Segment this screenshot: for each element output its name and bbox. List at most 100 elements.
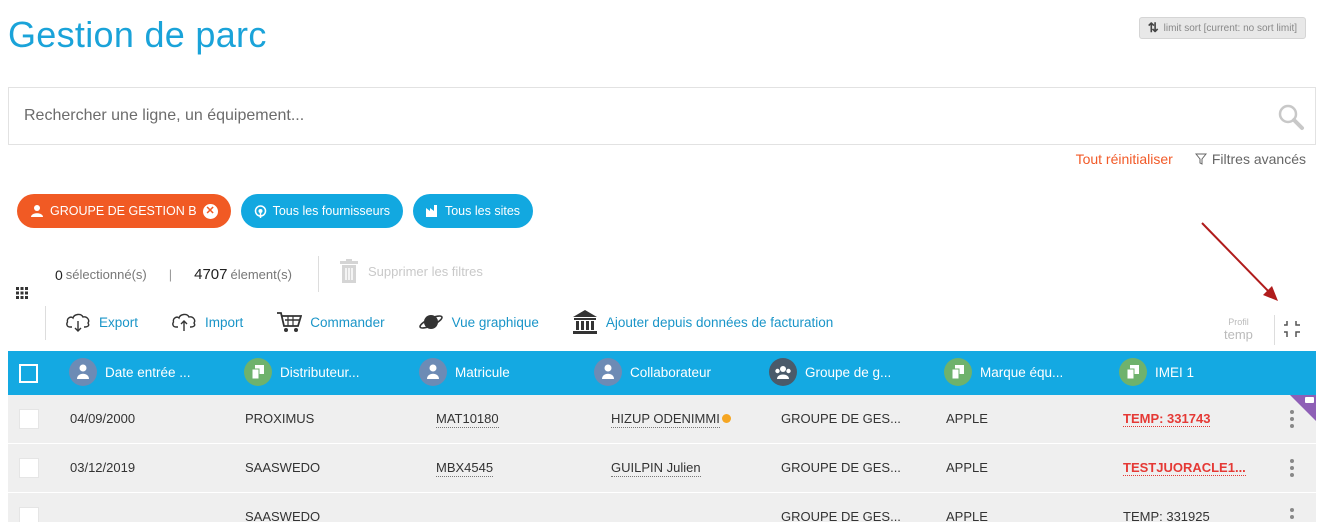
antenna-icon (254, 204, 266, 218)
advanced-filters-label: Filtres avancés (1211, 151, 1306, 167)
cloud-download-icon (66, 313, 90, 332)
device-icon (944, 358, 972, 386)
column-header[interactable]: Groupe de g... (769, 358, 891, 386)
person-icon (594, 358, 622, 386)
column-header-label: Date entrée ... (105, 364, 191, 380)
column-header[interactable]: Collaborateur (594, 358, 711, 386)
cell-collaborator[interactable]: GUILPIN Julien (611, 460, 701, 477)
selected-label: sélectionné(s) (65, 267, 147, 282)
profile-selector[interactable]: Profil temp (1224, 317, 1253, 342)
add-from-billing-label: Ajouter depuis données de facturation (605, 314, 834, 330)
cell-group: GROUPE DE GES... (781, 460, 901, 475)
toolbar: Export Import Commander Vue graphique Aj… (65, 309, 866, 335)
total-label: élement(s) (230, 267, 292, 282)
column-header-label: Matricule (455, 364, 510, 380)
column-header-label: IMEI 1 (1155, 364, 1195, 380)
profile-value: temp (1224, 327, 1253, 342)
cell-group: GROUPE DE GES... (781, 509, 901, 522)
cell-matricule[interactable]: MAT10180 (436, 411, 499, 428)
row-checkbox[interactable] (19, 409, 39, 429)
cell-brand: APPLE (946, 411, 988, 426)
page-title: Gestion de parc (8, 14, 267, 55)
chip-all-providers[interactable]: Tous les fournisseurs (240, 194, 403, 228)
magnifier-icon[interactable] (1277, 103, 1305, 131)
column-header-label: Collaborateur (630, 364, 712, 380)
profile-label: Profil (1228, 317, 1249, 327)
status-dot-icon (721, 414, 731, 423)
export-label: Export (99, 314, 139, 330)
import-button[interactable]: Import (171, 312, 243, 332)
cell-distributor: SAASWEDO (245, 460, 321, 475)
group-person-icon (31, 205, 43, 217)
chip-all-providers-label: Tous les fournisseurs (272, 204, 390, 218)
planet-icon (418, 315, 443, 329)
column-header[interactable]: Marque équ... (944, 358, 1063, 386)
cell-distributor: SAASWEDO (245, 509, 321, 522)
column-header[interactable]: Distributeur... (244, 358, 360, 386)
select-all-checkbox[interactable] (19, 364, 38, 383)
sort-limit-label: limit sort [current: no sort limit] (1163, 22, 1297, 34)
column-header[interactable]: Matricule (419, 358, 510, 386)
order-label: Commander (310, 314, 385, 330)
cell-imei[interactable]: TEMP: 331925 (1123, 509, 1210, 522)
profile-divider (1274, 315, 1275, 345)
summary-separator: | (168, 267, 173, 282)
selected-count: 0 (55, 266, 63, 283)
delete-filters-label: Supprimer les filtres (368, 263, 483, 279)
column-header-label: Marque équ... (980, 364, 1064, 380)
column-header-label: Groupe de g... (805, 364, 892, 380)
row-checkbox[interactable] (19, 507, 39, 522)
equipment-table: Date entrée ... Distributeur... Matricul… (8, 351, 1316, 522)
reset-all-link[interactable]: Tout réinitialiser (1076, 151, 1173, 167)
sort-arrows-icon: ⇅ (1147, 20, 1159, 35)
funnel-icon (1194, 153, 1207, 165)
row-checkbox[interactable] (19, 458, 39, 478)
column-header[interactable]: Date entrée ... (69, 358, 191, 386)
toolbar-divider (45, 306, 46, 340)
export-button[interactable]: Export (65, 312, 138, 332)
filter-chips: GROUPE DE GESTION B ✕ Tous les fournisse… (17, 194, 534, 228)
chip-all-sites[interactable]: Tous les sites (412, 194, 534, 228)
total-count: 4707 (194, 266, 228, 283)
search-bar (8, 87, 1316, 145)
device-icon (1119, 358, 1147, 386)
table-row[interactable]: 03/12/2019 SAASWEDO MBX4545 GUILPIN Juli… (8, 444, 1316, 493)
bank-icon (572, 310, 597, 334)
cell-brand: APPLE (946, 460, 988, 475)
cell-collaborator[interactable]: HIZUP ODENIMMI (611, 411, 720, 428)
divider (318, 256, 319, 292)
remove-chip-icon[interactable]: ✕ (202, 203, 218, 219)
table-row[interactable]: SAASWEDO GROUPE DE GES... APPLE TEMP: 33… (8, 493, 1316, 522)
row-menu-icon[interactable] (1290, 507, 1294, 522)
row-menu-icon[interactable] (1290, 458, 1294, 478)
table-row[interactable]: 04/09/2000 PROXIMUS MAT10180 HIZUP ODENI… (8, 395, 1316, 444)
search-input[interactable] (9, 88, 1209, 144)
cloud-upload-icon (172, 313, 196, 331)
column-header-label: Distributeur... (280, 364, 360, 380)
chip-management-group[interactable]: GROUPE DE GESTION B ✕ (17, 194, 231, 228)
device-icon (244, 358, 272, 386)
filter-actions: Tout réinitialiser Filtres avancés (1076, 151, 1306, 167)
cell-imei[interactable]: TESTJUORACLE1... (1123, 460, 1246, 476)
selection-summary: 0 sélectionné(s) | 4707 élement(s) (55, 266, 292, 283)
cell-group: GROUPE DE GES... (781, 411, 901, 426)
chart-view-label: Vue graphique (451, 314, 539, 330)
cell-matricule[interactable]: MBX4545 (436, 460, 494, 477)
cell-date: 03/12/2019 (70, 460, 136, 475)
add-from-billing-button[interactable]: Ajouter depuis données de facturation (572, 309, 833, 335)
person-icon (419, 358, 447, 386)
import-label: Import (205, 314, 244, 330)
delete-filters-button[interactable]: Supprimer les filtres (340, 259, 483, 283)
column-header[interactable]: IMEI 1 (1119, 358, 1194, 386)
advanced-filters-link[interactable]: Filtres avancés (1194, 151, 1306, 167)
table-header: Date entrée ... Distributeur... Matricul… (8, 351, 1316, 395)
order-button[interactable]: Commander (276, 311, 385, 333)
cell-imei[interactable]: TEMP: 331743 (1123, 411, 1211, 427)
chart-view-button[interactable]: Vue graphique (418, 312, 539, 332)
grid-view-icon[interactable] (16, 287, 28, 299)
cell-collaborator-wrap: HIZUP ODENIMMI (611, 411, 731, 428)
cell-brand: APPLE (946, 509, 988, 522)
cart-icon (277, 312, 303, 332)
sort-limit-chip[interactable]: ⇅ limit sort [current: no sort limit] (1138, 17, 1306, 39)
collapse-icon[interactable] (1283, 319, 1303, 339)
